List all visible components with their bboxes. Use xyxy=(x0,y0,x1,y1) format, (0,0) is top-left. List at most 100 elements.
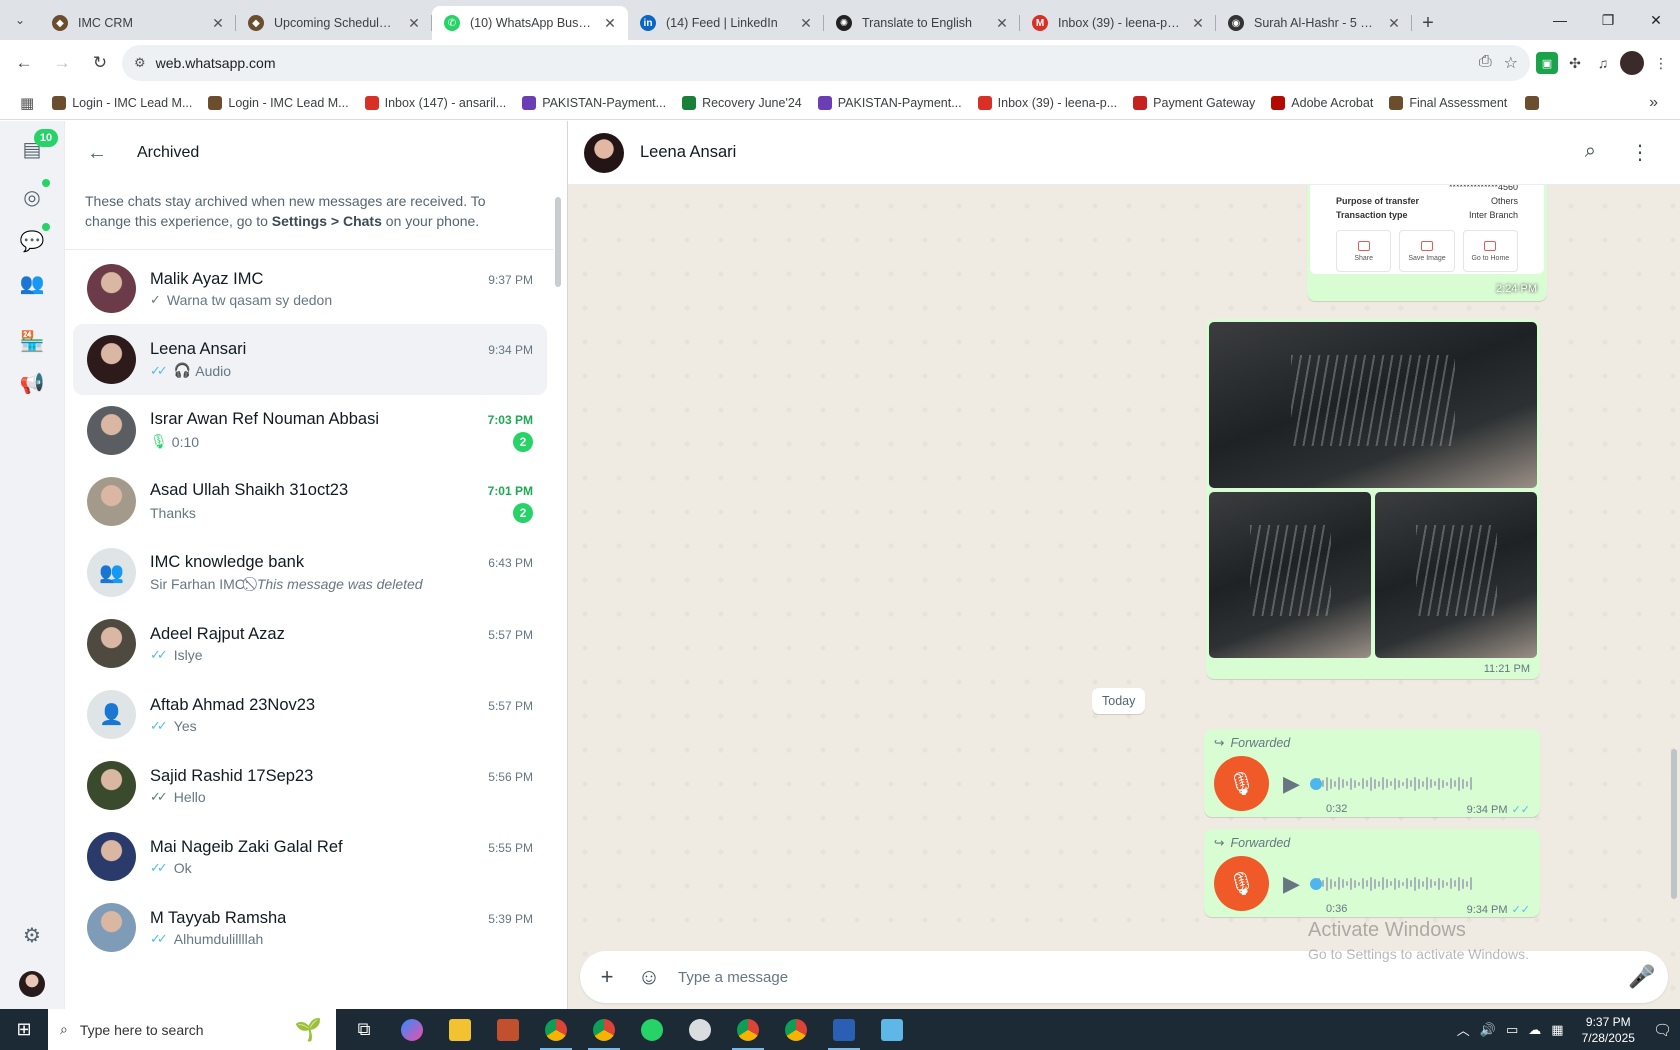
tab-1[interactable]: ◆ Upcoming Schedules | IMC ✕ xyxy=(236,6,432,40)
tab-0[interactable]: ◆ IMC CRM ✕ xyxy=(40,6,236,40)
my-profile-avatar[interactable] xyxy=(19,971,45,997)
network-icon[interactable]: ▦ xyxy=(1551,1022,1563,1038)
bookmark-item[interactable]: Adobe Acrobat xyxy=(1263,89,1381,117)
chrome-icon[interactable] xyxy=(724,1009,772,1050)
weather-icon[interactable]: ☁ xyxy=(1528,1022,1541,1038)
chat-list-item[interactable]: M Tayyab Ramsha 5:39 PM ✓✓ Alhumdulillllah xyxy=(73,892,547,963)
notepad-icon[interactable] xyxy=(868,1009,916,1050)
voice-waveform[interactable] xyxy=(1309,875,1530,893)
taskbar-search[interactable]: ⌕ Type here to search 🌱 xyxy=(48,1009,336,1050)
bookmarks-overflow-icon[interactable]: » xyxy=(1649,94,1668,112)
reload-icon[interactable]: ↻ xyxy=(84,47,116,79)
tray-overflow-icon[interactable]: ︿ xyxy=(1457,1020,1470,1039)
chat-list-item[interactable]: Malik Ayaz IMC 9:37 PM ✓ Warna tw qasam sy … xyxy=(73,253,547,324)
bookmark-item[interactable]: Login - IMC Lead M... xyxy=(44,89,200,117)
voice-message[interactable]: ↪ Forwarded 🎙 ▶ 0:36 9:34 PM ✓✓ xyxy=(1204,829,1540,917)
communities-icon[interactable]: 👥 xyxy=(18,269,46,297)
bookmark-item[interactable]: Recovery June'24 xyxy=(674,89,810,117)
apps-grid-icon[interactable]: ▦ xyxy=(12,89,42,117)
forward-icon[interactable]: → xyxy=(46,47,78,79)
close-tab-icon[interactable]: ✕ xyxy=(406,15,422,32)
task-view-icon[interactable]: ⧉ xyxy=(340,1009,388,1050)
back-icon[interactable]: ← xyxy=(8,47,40,79)
windows-start-icon[interactable]: ⊞ xyxy=(0,1009,48,1050)
sidebar-scrollbar[interactable] xyxy=(555,197,561,287)
bookmark-extra-icon[interactable] xyxy=(1517,89,1547,117)
emoji-sticker-icon[interactable]: ☺ xyxy=(636,964,662,990)
photo-2[interactable] xyxy=(1209,492,1371,658)
tab-3[interactable]: in (14) Feed | LinkedIn ✕ xyxy=(628,6,824,40)
browser-menu-icon[interactable]: ⋮ xyxy=(1650,52,1672,74)
photo-album-message[interactable]: 11:21 PM xyxy=(1206,319,1540,679)
search-icon[interactable]: ⌕ xyxy=(1585,140,1596,165)
minimize-icon[interactable]: — xyxy=(1536,0,1584,40)
receipt-image-message[interactable]: **************4560 Purpose of transfer Ot… xyxy=(1307,175,1547,301)
back-arrow-icon[interactable]: ← xyxy=(87,142,107,165)
volume-icon[interactable]: 🔊 xyxy=(1480,1022,1496,1038)
bookmark-item[interactable]: Inbox (39) - leena-p... xyxy=(970,89,1126,117)
photo-3[interactable] xyxy=(1375,492,1537,658)
bookmark-item[interactable]: PAKISTAN-Payment... xyxy=(514,89,674,117)
menu-icon[interactable]: ⋮ xyxy=(1630,140,1650,165)
close-window-icon[interactable]: ✕ xyxy=(1632,0,1680,40)
taskbar-clock[interactable]: 9:37 PM 7/28/2025 xyxy=(1574,1014,1643,1046)
profile-avatar[interactable] xyxy=(1620,51,1644,75)
status-icon[interactable]: ◎ xyxy=(18,183,46,211)
attach-plus-icon[interactable]: + xyxy=(594,964,620,990)
tab-5[interactable]: M Inbox (39) - leena-pk@imc ✕ xyxy=(1020,6,1216,40)
tab-6[interactable]: ◉ Surah Al-Hashr - 5 - Quran ✕ xyxy=(1216,6,1412,40)
message-input[interactable] xyxy=(678,968,1612,986)
bookmark-item[interactable]: PAKISTAN-Payment... xyxy=(810,89,970,117)
chat-list-item[interactable]: 👤 Aftab Ahmad 23Nov23 5:57 PM ✓✓ Yes xyxy=(73,679,547,750)
close-tab-icon[interactable]: ✕ xyxy=(1190,15,1206,32)
chat-list-item[interactable]: Sajid Rashid 17Sep23 5:56 PM ✓✓ Hello xyxy=(73,750,547,821)
contact-avatar[interactable] xyxy=(584,132,624,173)
voice-message[interactable]: ↪ Forwarded 🎙 ▶ 0:32 9:34 PM ✓✓ xyxy=(1204,729,1540,817)
close-tab-icon[interactable]: ✕ xyxy=(994,15,1010,32)
bookmark-item[interactable]: Final Assessment xyxy=(1381,89,1515,117)
copilot-icon[interactable] xyxy=(388,1009,436,1050)
advertise-icon[interactable]: 📢 xyxy=(18,369,46,397)
clock-app-icon[interactable] xyxy=(676,1009,724,1050)
device-icon[interactable]: ▭ xyxy=(1506,1022,1518,1038)
address-bar[interactable]: ⚙ web.whatsapp.com ⎙ ☆ xyxy=(122,45,1530,81)
catalog-icon[interactable]: 🏪 xyxy=(18,327,46,355)
chrome-icon[interactable] xyxy=(532,1009,580,1050)
whatsapp-icon[interactable] xyxy=(628,1009,676,1050)
channels-icon[interactable]: 💬 xyxy=(18,227,46,255)
photo-1[interactable] xyxy=(1209,322,1537,488)
bookmark-item[interactable]: Login - IMC Lead M... xyxy=(200,89,356,117)
bookmark-item[interactable]: Payment Gateway xyxy=(1125,89,1263,117)
close-tab-icon[interactable]: ✕ xyxy=(602,15,618,32)
media-control-icon[interactable]: ♫ xyxy=(1592,52,1614,74)
chrome-icon[interactable] xyxy=(772,1009,820,1050)
chat-list-item[interactable]: Mai Nageib Zaki Galal Ref 5:55 PM ✓✓ Ok xyxy=(73,821,547,892)
bookmark-item[interactable]: Inbox (147) - ansaril... xyxy=(357,89,515,117)
app-icon[interactable] xyxy=(484,1009,532,1050)
chat-list-item[interactable]: Leena Ansari 9:34 PM ✓✓ 🎧 Audio xyxy=(73,324,547,395)
play-icon[interactable]: ▶ xyxy=(1283,871,1300,897)
close-tab-icon[interactable]: ✕ xyxy=(210,15,226,32)
voice-record-icon[interactable]: 🎤 xyxy=(1628,964,1655,990)
chat-list-item[interactable]: Adeel Rajput Azaz 5:57 PM ✓✓ Islye xyxy=(73,608,547,679)
chat-list-item[interactable]: Israr Awan Ref Nouman Abbasi 7:03 PM 🎙 0:10… xyxy=(73,395,547,466)
contact-name[interactable]: Leena Ansari xyxy=(640,143,736,162)
chat-list-item[interactable]: Asad Ullah Shaikh 31oct23 7:01 PM Thanks 2 xyxy=(73,466,547,537)
close-tab-icon[interactable]: ✕ xyxy=(1386,15,1402,32)
extension-green-icon[interactable]: ▣ xyxy=(1536,52,1558,74)
tab-2[interactable]: ✆ (10) WhatsApp Business ✕ xyxy=(432,6,628,40)
file-explorer-icon[interactable] xyxy=(436,1009,484,1050)
chat-list-item[interactable]: 👥 IMC knowledge bank 6:43 PM Sir Farhan IMC… xyxy=(73,537,547,608)
voice-waveform[interactable] xyxy=(1309,775,1530,793)
settings-icon[interactable]: ⚙ xyxy=(18,921,46,949)
tab-search-button[interactable]: ⌄ xyxy=(0,0,40,40)
word-icon[interactable] xyxy=(820,1009,868,1050)
notifications-icon[interactable]: 🗨 xyxy=(1653,1021,1672,1039)
bookmark-star-icon[interactable]: ☆ xyxy=(1504,53,1518,73)
restore-icon[interactable]: ❐ xyxy=(1584,0,1632,40)
new-tab-button[interactable]: + xyxy=(1412,6,1444,40)
install-app-icon[interactable]: ⎙ xyxy=(1479,53,1492,73)
site-info-icon[interactable]: ⚙ xyxy=(134,55,146,71)
play-icon[interactable]: ▶ xyxy=(1283,771,1300,797)
close-tab-icon[interactable]: ✕ xyxy=(798,15,814,32)
